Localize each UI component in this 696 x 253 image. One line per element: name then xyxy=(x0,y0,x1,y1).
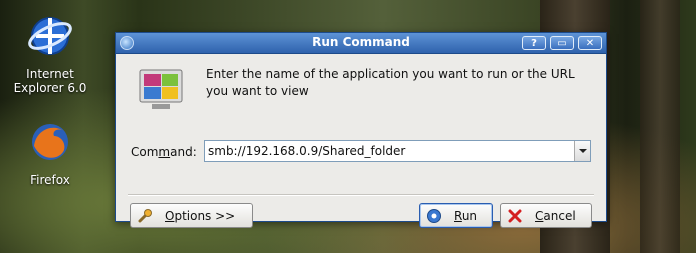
command-input[interactable]: smb://192.168.0.9/Shared_folder xyxy=(208,144,405,158)
run-command-dialog: Run Command ? ▭ ✕ Enter the name of the … xyxy=(115,32,607,228)
command-combobox[interactable]: smb://192.168.0.9/Shared_folder xyxy=(204,140,591,162)
description-text: Enter the name of the application you wa… xyxy=(206,67,575,98)
command-label: Command: xyxy=(131,145,197,159)
separator xyxy=(128,194,594,196)
maximize-button[interactable]: ▭ xyxy=(550,36,574,50)
run-application-icon xyxy=(139,69,183,109)
chevron-down-icon[interactable] xyxy=(574,141,590,161)
titlebar[interactable]: Run Command ? ▭ ✕ xyxy=(116,33,606,54)
desktop-icon-internet-explorer[interactable]: Internet Explorer 6.0 xyxy=(10,12,90,95)
gear-icon xyxy=(427,209,441,223)
run-button[interactable]: Run xyxy=(419,203,493,228)
desktop-icon-label: Explorer 6.0 xyxy=(13,81,87,95)
close-button[interactable]: ✕ xyxy=(578,36,602,50)
cancel-button[interactable]: Cancel xyxy=(500,203,592,228)
wrench-icon xyxy=(138,209,152,223)
close-icon xyxy=(508,209,522,223)
options-button[interactable]: Options >> xyxy=(130,203,253,228)
firefox-icon xyxy=(32,124,68,160)
desktop-icon-label: Internet xyxy=(26,67,74,81)
internet-explorer-icon xyxy=(28,17,72,55)
background-tree xyxy=(640,0,680,253)
desktop-icon-label: Firefox xyxy=(30,173,70,187)
help-button[interactable]: ? xyxy=(522,36,546,50)
desktop-icon-firefox[interactable]: Firefox xyxy=(10,118,90,187)
